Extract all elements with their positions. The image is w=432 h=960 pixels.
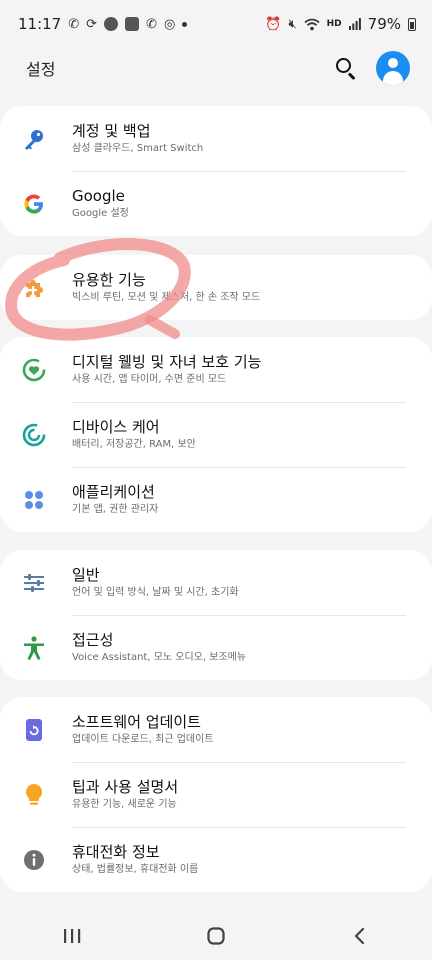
- home-icon[interactable]: [186, 916, 246, 956]
- battery-icon: [408, 17, 416, 31]
- setting-subtitle: 유용한 기능, 새로운 기능: [72, 798, 177, 810]
- setting-title: Google: [72, 186, 125, 205]
- setting-subtitle: 언어 및 입력 방식, 날짜 및 시간, 초기화: [72, 586, 239, 598]
- settings-group-about: 소프트웨어 업데이트 업데이트 다운로드, 최근 업데이트 팁과 사용 설명서 …: [0, 697, 432, 892]
- setting-item-advanced-features[interactable]: 유용한 기능 빅스비 루틴, 모션 및 제스처, 한 손 조작 모드: [0, 255, 432, 320]
- settings-group-features: 유용한 기능 빅스비 루틴, 모션 및 제스처, 한 손 조작 모드: [0, 255, 432, 320]
- setting-subtitle: 상태, 법률정보, 휴대전화 이름: [72, 863, 199, 875]
- wellbeing-heart-icon: [20, 356, 48, 384]
- setting-title: 일반: [72, 565, 100, 584]
- more-notifications-icon: [182, 21, 188, 27]
- setting-item-accounts-backup[interactable]: 계정 및 백업 삼성 클라우드, Smart Switch: [0, 106, 432, 171]
- setting-item-software-update[interactable]: 소프트웨어 업데이트 업데이트 다운로드, 최근 업데이트: [0, 697, 432, 762]
- puzzle-plus-icon: [20, 274, 48, 302]
- apps-grid-icon: [20, 486, 48, 514]
- wifi-call-icon-2: ✆: [146, 16, 157, 32]
- setting-item-about-phone[interactable]: 휴대전화 정보 상태, 법률정보, 휴대전화 이름: [0, 827, 432, 892]
- network-type-label: HD: [326, 19, 342, 29]
- sync-icon: ⟳: [86, 16, 98, 32]
- status-bar-left: 11:17 ✆ ⟳ ✆ ◎: [18, 15, 188, 33]
- setting-item-accessibility[interactable]: 접근성 Voice Assistant, 모노 오디오, 보조메뉴: [0, 615, 432, 680]
- sliders-icon: [20, 569, 48, 597]
- setting-subtitle: 사용 시간, 앱 타이머, 수면 준비 모드: [72, 373, 227, 385]
- setting-title: 애플리케이션: [72, 482, 155, 501]
- setting-item-digital-wellbeing[interactable]: 디지털 웰빙 및 자녀 보호 기능 사용 시간, 앱 타이머, 수면 준비 모드: [0, 337, 432, 402]
- header-actions: [332, 51, 410, 85]
- setting-subtitle: 업데이트 다운로드, 최근 업데이트: [72, 733, 214, 745]
- signal-icon: [348, 18, 361, 30]
- status-bar-right: ⏰ 🔇︎ HD 79%: [265, 15, 416, 33]
- accessibility-icon: [20, 634, 48, 662]
- setting-title: 휴대전화 정보: [72, 842, 160, 861]
- navigation-bar: [0, 912, 432, 960]
- google-icon: [20, 190, 48, 218]
- setting-title: 계정 및 백업: [72, 121, 151, 140]
- setting-item-device-care[interactable]: 디바이스 케어 배터리, 저장공간, RAM, 보안: [0, 402, 432, 467]
- setting-item-applications[interactable]: 애플리케이션 기본 앱, 권한 관리자: [0, 467, 432, 532]
- lightbulb-icon: [20, 781, 48, 809]
- setting-title: 디지털 웰빙 및 자녀 보호 기능: [72, 352, 262, 371]
- setting-title: 유용한 기능: [72, 270, 146, 289]
- setting-title: 팁과 사용 설명서: [72, 777, 179, 796]
- setting-subtitle: 빅스비 루틴, 모션 및 제스처, 한 손 조작 모드: [72, 291, 261, 303]
- back-icon[interactable]: [330, 916, 390, 956]
- status-bar: 11:17 ✆ ⟳ ✆ ◎ ⏰ 🔇︎ HD 79%: [0, 0, 432, 48]
- wifi-call-icon: ✆: [68, 16, 80, 32]
- setting-title: 접근성: [72, 630, 114, 649]
- info-icon: [20, 846, 48, 874]
- alarm-icon: ⏰: [265, 16, 282, 32]
- setting-subtitle: 삼성 클라우드, Smart Switch: [72, 142, 204, 154]
- settings-group-device: 디지털 웰빙 및 자녀 보호 기능 사용 시간, 앱 타이머, 수면 준비 모드…: [0, 337, 432, 532]
- software-update-icon: [20, 716, 48, 744]
- page-title: 설정: [26, 60, 56, 79]
- recents-icon[interactable]: [42, 916, 102, 956]
- setting-subtitle: Voice Assistant, 모노 오디오, 보조메뉴: [72, 651, 247, 663]
- setting-subtitle: 기본 앱, 권한 관리자: [72, 503, 159, 515]
- search-icon[interactable]: [332, 54, 360, 82]
- account-avatar[interactable]: [376, 51, 410, 85]
- app-notification-icon-2: [125, 17, 140, 31]
- setting-subtitle: 배터리, 저장공간, RAM, 보안: [72, 438, 196, 450]
- app-header: 설정: [0, 48, 432, 88]
- app-notification-icon: [104, 17, 119, 31]
- battery-percent: 79%: [367, 15, 401, 33]
- setting-item-general[interactable]: 일반 언어 및 입력 방식, 날짜 및 시간, 초기화: [0, 550, 432, 615]
- wifi-icon: [304, 18, 320, 30]
- setting-title: 디바이스 케어: [72, 417, 160, 436]
- key-icon: [20, 125, 48, 153]
- settings-group-accounts: 계정 및 백업 삼성 클라우드, Smart Switch Google Goo…: [0, 106, 432, 236]
- setting-item-tips-manual[interactable]: 팁과 사용 설명서 유용한 기능, 새로운 기능: [0, 762, 432, 827]
- mute-icon: 🔇︎: [288, 16, 297, 32]
- setting-title: 소프트웨어 업데이트: [72, 712, 201, 731]
- status-time: 11:17: [18, 15, 62, 33]
- instagram-icon: ◎: [163, 16, 176, 32]
- settings-group-general: 일반 언어 및 입력 방식, 날짜 및 시간, 초기화 접근성 Voice As…: [0, 550, 432, 680]
- setting-item-google[interactable]: Google Google 설정: [0, 171, 432, 236]
- device-care-icon: [20, 421, 48, 449]
- setting-subtitle: Google 설정: [72, 207, 129, 219]
